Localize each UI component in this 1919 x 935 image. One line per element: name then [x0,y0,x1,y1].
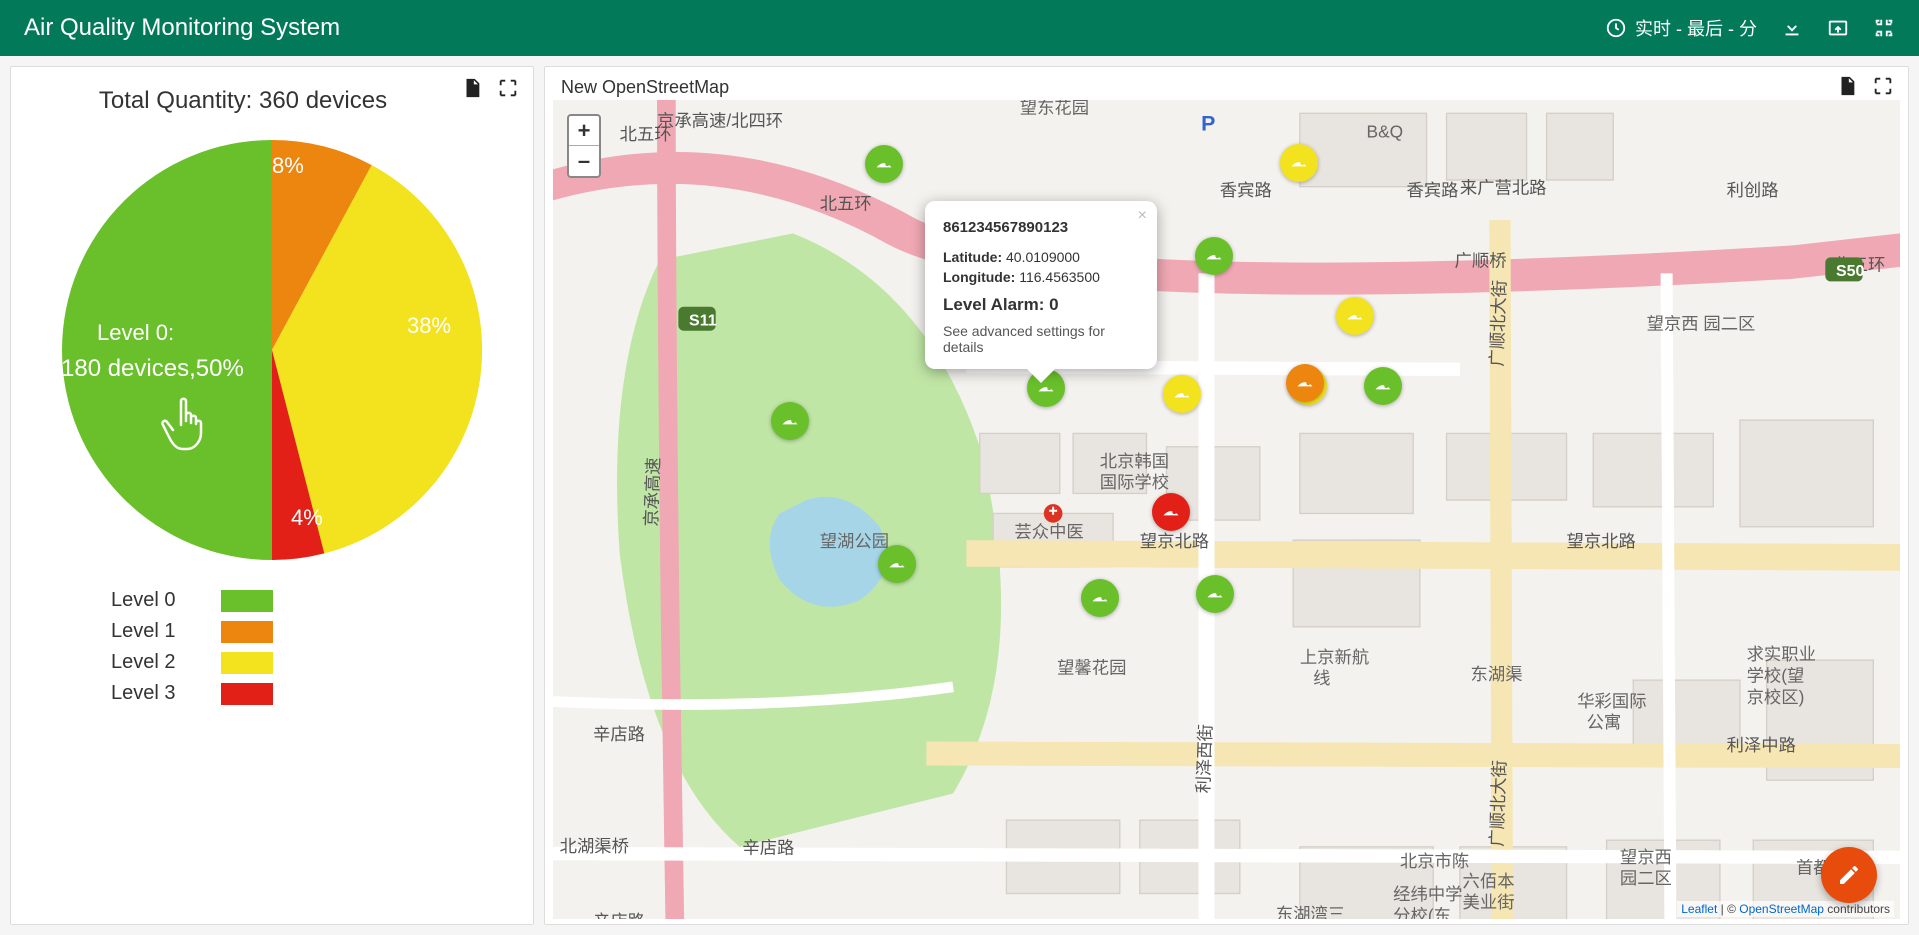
pie-panel-header: Total Quantity: 360 devices [11,67,533,123]
svg-text:利泽西街: 利泽西街 [1193,724,1215,794]
edit-fab-button[interactable] [1821,847,1877,903]
time-range-control[interactable]: 实时 - 最后 - 分 [1605,15,1757,41]
export-file-icon[interactable] [1836,75,1858,97]
svg-text:望京北路: 望京北路 [1567,531,1636,551]
svg-text:望京西园二区: 望京西园二区 [1620,847,1672,888]
svg-text:广顺北大街: 广顺北大街 [1487,280,1510,367]
map-marker[interactable] [1196,575,1234,613]
map-marker[interactable] [878,545,916,583]
svg-text:望京西 园二区: 望京西 园二区 [1647,313,1756,333]
app-header: Air Quality Monitoring System 实时 - 最后 - … [0,0,1919,56]
map-marker[interactable] [865,145,903,183]
svg-text:北五环: 北五环 [820,193,872,213]
map-popup[interactable]: × 861234567890123 Latitude: 40.0109000 L… [925,201,1157,369]
map-marker[interactable] [771,402,809,440]
osm-link[interactable]: OpenStreetMap [1739,902,1824,916]
zoom-control: + – [567,114,601,178]
dashboard-content: Total Quantity: 360 devices Level 0: 180… [0,56,1919,935]
swatch-l3 [221,683,273,705]
legend-item-l1: Level 1 [111,620,533,643]
map-panel-title: New OpenStreetMap [559,73,729,98]
map-marker[interactable] [1081,579,1119,617]
expand-icon[interactable] [497,77,519,99]
svg-text:芸众中医: 芸众中医 [1014,521,1083,541]
svg-text:望京北路: 望京北路 [1140,531,1209,551]
svg-text:P: P [1201,112,1215,136]
pie-legend: Level 0 Level 1 Level 2 Level 3 [111,589,533,705]
map-marker[interactable] [1152,493,1190,531]
svg-text:望东花园: 望东花园 [1020,100,1089,117]
popup-details-link[interactable]: See advanced settings for details [943,323,1139,355]
popup-lat: 40.0109000 [1006,249,1080,265]
svg-text:北湖渠桥: 北湖渠桥 [560,836,629,856]
svg-text:望馨花园: 望馨花园 [1057,657,1126,677]
svg-text:B&Q: B&Q [1367,121,1404,141]
legend-item-l0: Level 0 [111,589,533,612]
leaflet-link[interactable]: Leaflet [1681,902,1717,916]
svg-text:来广营北路: 来广营北路 [1460,177,1547,197]
pencil-icon [1837,863,1861,887]
expand-icon[interactable] [1872,75,1894,97]
svg-text:东湖湾三期: 东湖湾三期 [1276,904,1345,919]
map-marker[interactable] [1286,364,1324,402]
download-icon[interactable] [1781,17,1803,39]
popup-close-icon[interactable]: × [1138,207,1147,225]
time-range-label: 实时 - 最后 - 分 [1635,15,1757,41]
svg-text:S11: S11 [689,312,717,329]
swatch-l0 [221,590,273,612]
map-marker[interactable] [1336,297,1374,335]
export-file-icon[interactable] [461,77,483,99]
svg-text:北京韩国国际学校: 北京韩国国际学校 [1100,451,1169,492]
pie-panel: Total Quantity: 360 devices Level 0: 180… [10,66,534,925]
zoom-out-button[interactable]: – [569,146,599,176]
map-panel-header: New OpenStreetMap [545,67,1908,100]
swatch-l2 [221,652,273,674]
popup-alarm-value: 0 [1049,295,1058,314]
map-marker[interactable] [1195,237,1233,275]
map-attribution: Leaflet | © OpenStreetMap contributors [1677,901,1894,917]
svg-text:辛店路: 辛店路 [742,838,794,858]
exit-fullscreen-icon[interactable] [1873,17,1895,39]
pie-chart[interactable]: Level 0: 180 devices,50% 8% 38% 4% [57,135,487,565]
popup-device-id: 861234567890123 [943,219,1139,236]
svg-text:广顺北大街: 广顺北大街 [1487,760,1510,847]
legend-item-l3: Level 3 [111,682,533,705]
popup-lon: 116.4563500 [1019,269,1100,285]
svg-text:六佰本美业街: 六佰本美业街 [1463,871,1515,912]
zoom-in-button[interactable]: + [569,116,599,146]
svg-text:S50: S50 [1836,263,1865,280]
map-marker[interactable] [1364,367,1402,405]
share-panel-icon[interactable] [1827,17,1849,39]
svg-text:广顺桥: 广顺桥 [1455,251,1507,271]
map[interactable]: 望京北路 望京北路 利泽中路 香宾路 香宾路 利创路 北湖渠桥 京承高速 辛店路… [553,100,1900,919]
svg-text:香宾路: 香宾路 [1220,180,1272,200]
svg-text:京承高速/北四环: 京承高速/北四环 [657,111,783,131]
svg-text:辛店路: 辛店路 [593,724,645,744]
swatch-l1 [221,621,273,643]
map-marker[interactable] [1280,144,1318,182]
svg-text:望湖公园: 望湖公园 [820,531,889,551]
svg-text:辛店路: 辛店路 [593,911,645,919]
svg-text:东湖渠: 东湖渠 [1471,664,1523,684]
app-title: Air Quality Monitoring System [24,14,340,42]
legend-item-l2: Level 2 [111,651,533,674]
header-actions: 实时 - 最后 - 分 [1605,15,1895,41]
svg-text:利泽中路: 利泽中路 [1727,735,1796,755]
map-tiles: 望京北路 望京北路 利泽中路 香宾路 香宾路 利创路 北湖渠桥 京承高速 辛店路… [553,100,1900,919]
clock-icon [1605,17,1627,39]
svg-text:利创路: 利创路 [1727,180,1779,200]
svg-text:京承高速: 京承高速 [641,457,663,527]
pie-slice-level0[interactable] [62,140,272,560]
svg-text:香宾路: 香宾路 [1407,180,1459,200]
svg-text:北京市陈: 北京市陈 [1400,851,1469,871]
pie-panel-title: Total Quantity: 360 devices [25,75,461,115]
map-panel-actions [1836,73,1894,97]
pie-panel-actions [461,75,519,99]
map-marker[interactable] [1163,375,1201,413]
map-panel: New OpenStreetMap [544,66,1909,925]
